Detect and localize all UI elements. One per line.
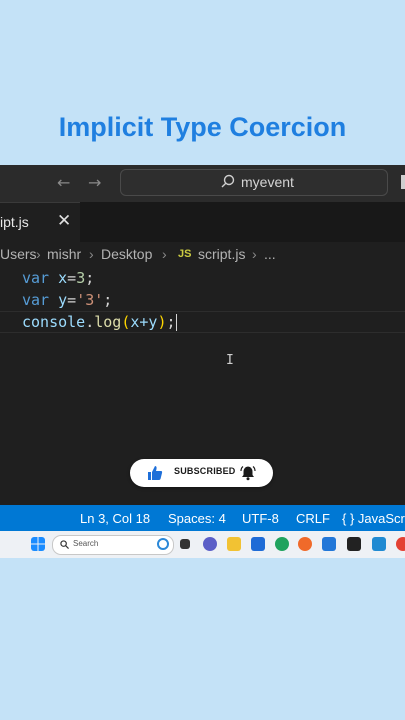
chevron-right-icon: ›: [162, 246, 167, 262]
vscode-window: ← → myevent ipt.js ✕ Users › mishr › Des…: [0, 165, 405, 505]
semicolon: ;: [166, 313, 176, 331]
operator: =: [67, 291, 77, 309]
tab-label: ipt.js: [0, 214, 29, 230]
breadcrumb-item-mishr[interactable]: mishr: [47, 246, 81, 262]
status-language-mode[interactable]: { } JavaScr: [342, 511, 405, 526]
windows-taskbar: Search: [0, 531, 405, 558]
keyword: var: [22, 269, 50, 287]
media-icon[interactable]: [347, 537, 361, 551]
identifier: y: [58, 291, 68, 309]
code-line-2[interactable]: var y='3';: [22, 291, 112, 309]
status-encoding[interactable]: UTF-8: [242, 511, 279, 526]
status-indentation[interactable]: Spaces: 4: [168, 511, 226, 526]
argument: x+y: [130, 313, 158, 331]
close-icon[interactable]: ✕: [57, 211, 71, 231]
taskbar-search-box[interactable]: Search: [52, 535, 174, 555]
edge-icon[interactable]: [275, 537, 289, 551]
mail-icon[interactable]: [322, 537, 336, 551]
layout-toggle-icon[interactable]: [401, 175, 405, 189]
subscribe-label: SUBSCRIBED: [174, 466, 236, 476]
code-line-1[interactable]: var x=3;: [22, 269, 94, 287]
taskbar-search-placeholder: Search: [73, 539, 99, 548]
chevron-right-icon: ›: [252, 246, 257, 262]
status-line-ending[interactable]: CRLF: [296, 511, 330, 526]
breadcrumb-item-script[interactable]: script.js: [198, 246, 245, 262]
bell-icon: [240, 466, 256, 481]
title-bar: ← → myevent: [0, 165, 405, 202]
back-arrow-icon[interactable]: ←: [57, 173, 70, 192]
file-explorer-icon[interactable]: [227, 537, 241, 551]
breadcrumb-item-users[interactable]: Users: [0, 246, 37, 262]
start-icon[interactable]: [31, 537, 45, 551]
semicolon: ;: [85, 269, 95, 287]
chevron-right-icon: ›: [36, 246, 41, 262]
command-center-search[interactable]: myevent: [120, 169, 388, 196]
meet-icon[interactable]: [203, 537, 217, 551]
video-title: Implicit Type Coercion: [58, 112, 347, 142]
editor-tabs: ipt.js ✕: [0, 202, 405, 243]
subscribe-button[interactable]: SUBSCRIBED: [130, 459, 273, 487]
identifier: x: [58, 269, 68, 287]
string-literal: '3': [76, 291, 104, 309]
task-view-icon[interactable]: [180, 539, 190, 549]
text-cursor: [175, 314, 177, 331]
semicolon: ;: [103, 291, 113, 309]
search-icon: [60, 540, 69, 549]
identifier: console: [22, 313, 86, 331]
vscode-icon[interactable]: [372, 537, 386, 551]
status-bar: Ln 3, Col 18 Spaces: 4 UTF-8 CRLF { } Ja…: [0, 505, 405, 531]
command-center-text: myevent: [241, 174, 294, 190]
number-literal: 3: [76, 269, 86, 287]
code-line-3[interactable]: console.log(x+y);: [22, 313, 177, 331]
breadcrumb-item-more[interactable]: ...: [264, 246, 276, 262]
copilot-icon[interactable]: [157, 538, 169, 550]
ibeam-cursor-icon: I: [226, 353, 234, 368]
firefox-icon[interactable]: [298, 537, 312, 551]
breadcrumb: Users › mishr › Desktop › JS script.js ›…: [0, 246, 405, 266]
forward-arrow-icon[interactable]: →: [88, 173, 101, 192]
status-cursor-position[interactable]: Ln 3, Col 18: [80, 511, 150, 526]
dot: .: [85, 313, 95, 331]
js-file-icon: JS: [178, 248, 192, 260]
operator: =: [67, 269, 77, 287]
keyword: var: [22, 291, 50, 309]
close-paren: ): [157, 313, 167, 331]
breadcrumb-item-desktop[interactable]: Desktop: [101, 246, 152, 262]
chrome-icon[interactable]: [396, 537, 405, 551]
tab-script-js[interactable]: ipt.js ✕: [0, 202, 80, 243]
function-name: log: [94, 313, 122, 331]
search-icon: [221, 174, 235, 188]
chevron-right-icon: ›: [89, 246, 94, 262]
store-icon[interactable]: [251, 537, 265, 551]
thumbs-up-icon: [148, 466, 163, 480]
